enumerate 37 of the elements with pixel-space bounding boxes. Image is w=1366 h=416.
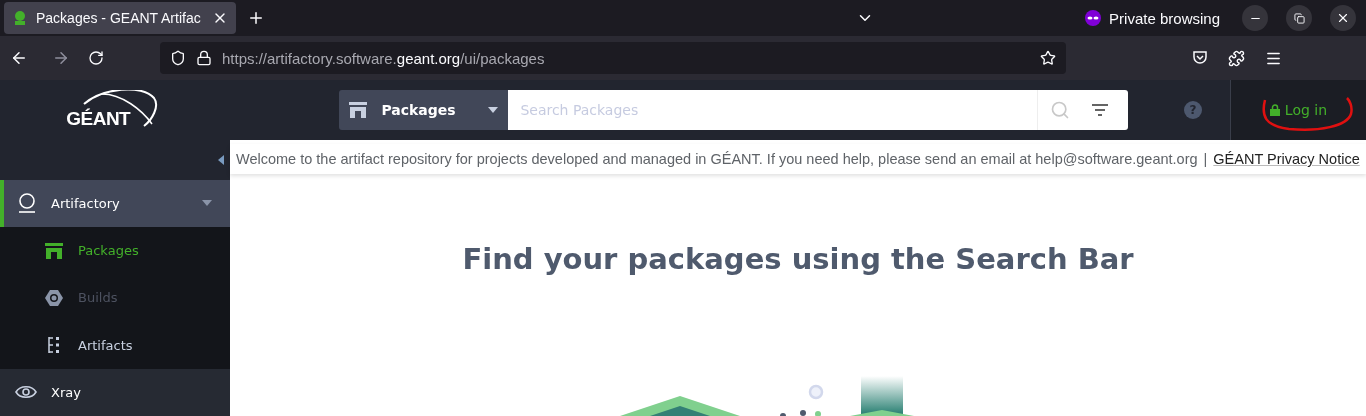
restore-icon[interactable] — [1286, 5, 1312, 31]
logo[interactable]: GÉANT — [66, 108, 131, 130]
sidebar-item[interactable]: Artifactory — [0, 179, 230, 227]
caret-down-icon — [202, 200, 212, 207]
separator: | — [1203, 151, 1208, 167]
forward-icon[interactable] — [52, 49, 70, 67]
lock-icon — [196, 50, 212, 66]
storefront-icon — [45, 242, 63, 259]
storefront-icon — [349, 102, 368, 118]
search-bar[interactable]: Search Packages — [508, 90, 1129, 130]
address-bar[interactable]: https://artifactory.software.geant.org/ui/packages — [160, 42, 1066, 74]
hexagon-icon — [45, 288, 63, 307]
caret-icon — [488, 107, 499, 113]
pocket-icon[interactable] — [1192, 50, 1208, 66]
shield-icon — [170, 50, 186, 66]
eye-icon — [15, 384, 37, 401]
sidebar-subitem[interactable]: Artifacts — [0, 321, 230, 369]
puzzle-icon[interactable] — [1228, 49, 1245, 67]
star-icon[interactable] — [1040, 50, 1056, 66]
filter-icon[interactable] — [1092, 104, 1109, 116]
page-heading: Find your packages using the Search Bar — [462, 242, 1134, 276]
product-select[interactable]: Packages — [339, 90, 509, 130]
login-link[interactable]: Log in — [1269, 102, 1328, 118]
welcome-message: Welcome to the artifact repository for projects developed and managed in GÉANT. If you need help, please send an email at help@software.geant.org — [236, 151, 1198, 167]
mask-icon — [1085, 10, 1102, 26]
lock-icon — [1269, 104, 1280, 116]
sidebar-item[interactable]: Xray — [0, 368, 230, 416]
privacy-notice-link[interactable]: GÉANT Privacy Notice — [1213, 151, 1360, 167]
back-icon[interactable] — [10, 49, 28, 67]
close-icon[interactable] — [1330, 5, 1356, 31]
reload-icon[interactable] — [88, 50, 104, 66]
sidebar-subitem[interactable]: Packages — [0, 226, 230, 275]
browser-tab[interactable]: Packages - GEANT Artifac — [4, 2, 236, 34]
tab-title: Packages - GEANT Artifac — [36, 10, 202, 26]
collapse-arrow-icon[interactable] — [218, 154, 224, 165]
tree-icon — [47, 336, 61, 355]
private-browsing-label: Private browsing — [1109, 9, 1220, 27]
